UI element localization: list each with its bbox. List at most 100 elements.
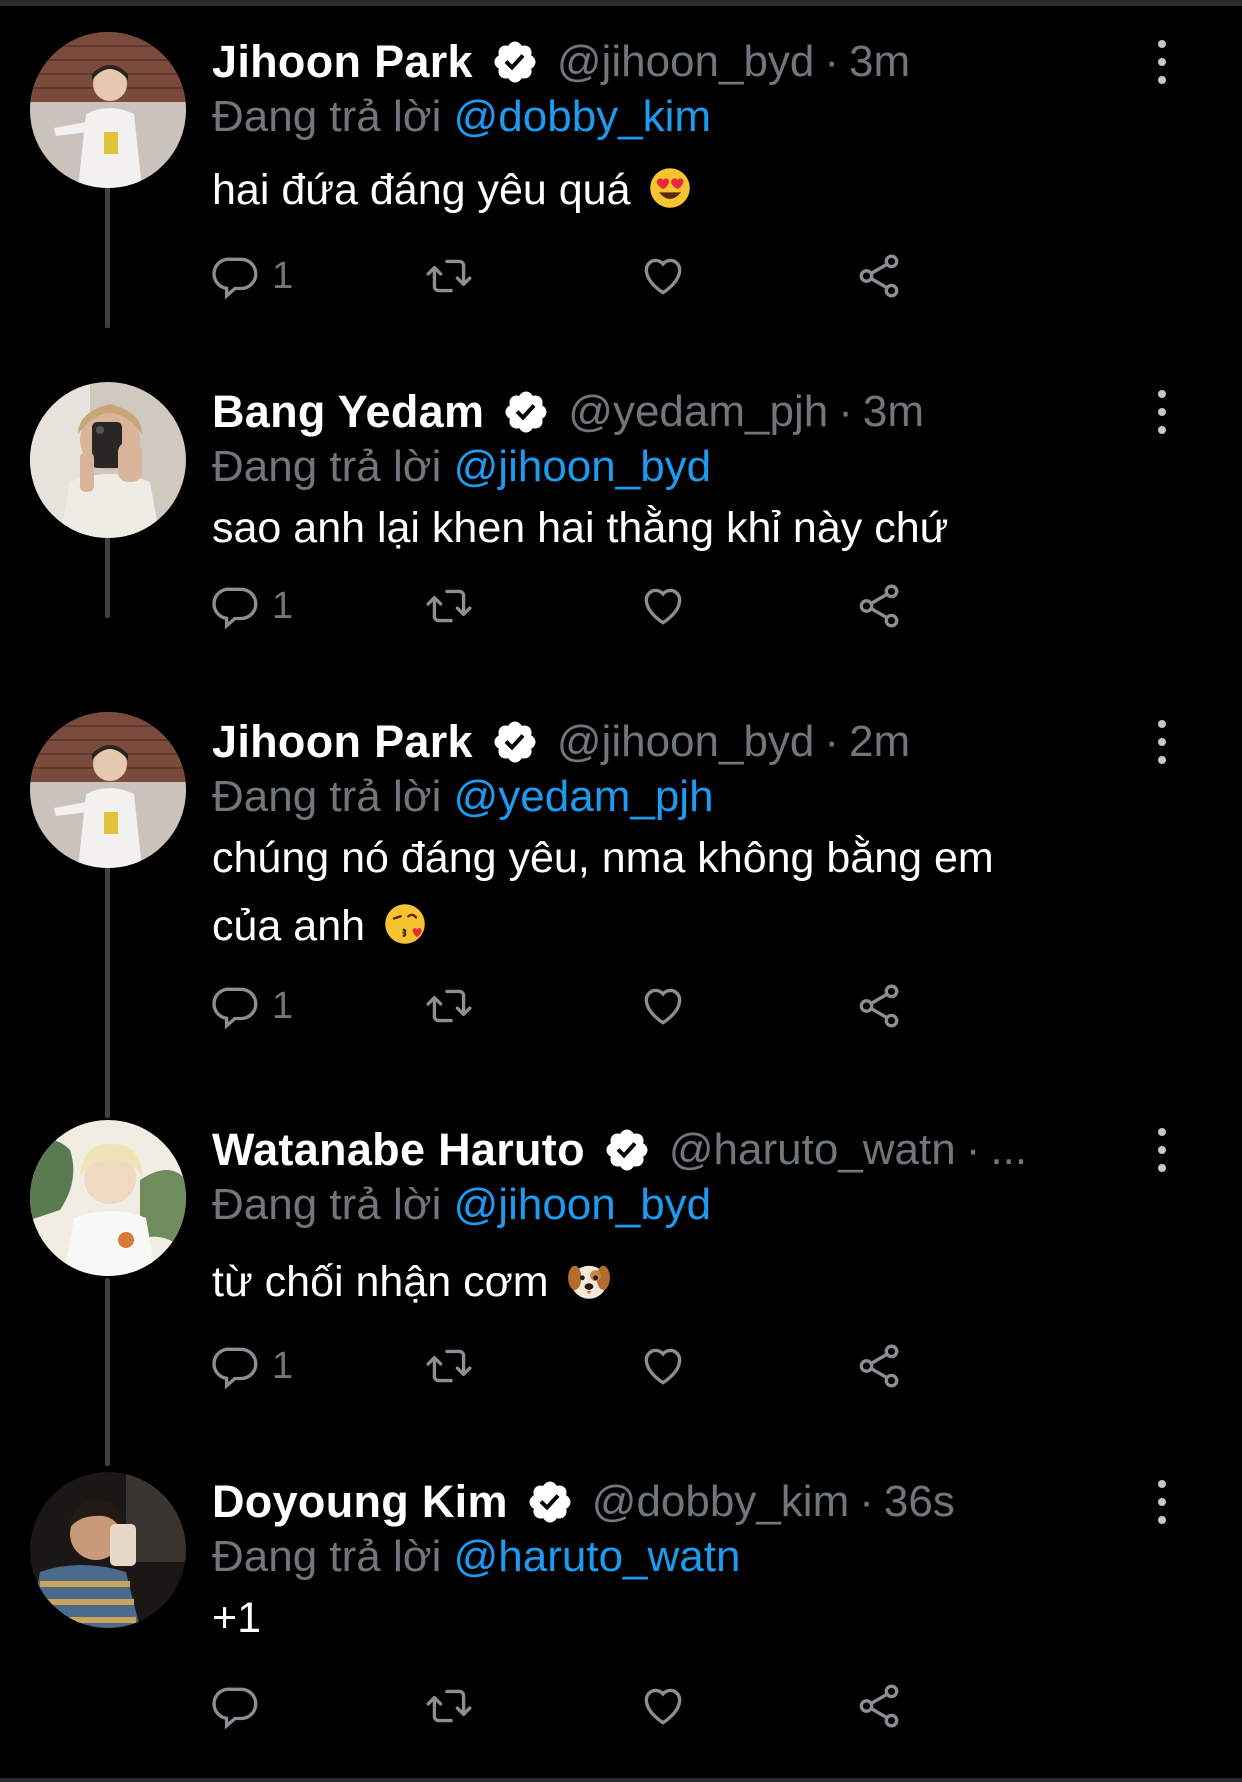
heart-icon bbox=[644, 588, 682, 625]
tweet-text-content: của anh bbox=[212, 902, 366, 950]
retweet-button[interactable] bbox=[424, 1336, 474, 1396]
heart-icon bbox=[644, 258, 682, 295]
retweet-icon bbox=[426, 1689, 472, 1723]
like-button[interactable] bbox=[638, 1336, 688, 1396]
reply-icon bbox=[212, 1687, 258, 1730]
more-vertical-icon[interactable] bbox=[1152, 1480, 1172, 1524]
reply-mention-link[interactable]: @jihoon_byd bbox=[454, 442, 712, 491]
timestamp[interactable]: 3m bbox=[849, 37, 910, 87]
retweet-icon bbox=[426, 259, 472, 293]
top-divider bbox=[0, 0, 1242, 6]
reply-mention-link[interactable]: @jihoon_byd bbox=[454, 1180, 712, 1229]
timestamp[interactable]: 2m bbox=[849, 717, 910, 767]
reply-mention-link[interactable]: @haruto_watn bbox=[454, 1532, 741, 1581]
reply-prefix: Đang trả lời bbox=[212, 1532, 442, 1581]
replying-to: Đang trả lời @jihoon_byd bbox=[212, 442, 711, 492]
retweet-button[interactable] bbox=[424, 1676, 474, 1736]
tweet-text: từ chối nhận cơm bbox=[212, 1248, 1132, 1316]
display-name[interactable]: Jihoon Park bbox=[212, 36, 473, 88]
heart-icon bbox=[644, 988, 682, 1025]
reply-icon bbox=[212, 587, 258, 630]
handle[interactable]: @jihoon_byd bbox=[557, 717, 815, 767]
reply-count: 1 bbox=[272, 1344, 294, 1387]
avatar[interactable] bbox=[30, 1472, 186, 1628]
share-button[interactable] bbox=[854, 1336, 904, 1396]
reply-prefix: Đang trả lời bbox=[212, 1180, 442, 1229]
avatar[interactable] bbox=[30, 32, 186, 188]
reply-button[interactable]: 1 bbox=[212, 246, 293, 306]
thread-line bbox=[105, 168, 110, 328]
separator: · bbox=[838, 387, 853, 436]
like-button[interactable] bbox=[638, 246, 688, 306]
verified-badge-icon bbox=[529, 1481, 571, 1523]
bottom-divider bbox=[0, 1778, 1242, 1782]
share-button[interactable] bbox=[854, 1676, 904, 1736]
tweet-text: +1 bbox=[212, 1584, 1132, 1652]
timestamp[interactable]: 36s bbox=[884, 1477, 955, 1527]
reply-count: 1 bbox=[272, 984, 294, 1027]
retweet-icon bbox=[426, 1349, 472, 1383]
retweet-button[interactable] bbox=[424, 976, 474, 1036]
like-button[interactable] bbox=[638, 976, 688, 1036]
verified-badge-icon bbox=[494, 41, 536, 83]
reply-button[interactable]: 1 bbox=[212, 1336, 293, 1396]
like-button[interactable] bbox=[638, 576, 688, 636]
tweet-text: sao anh lại khen hai thằng khỉ này chứ bbox=[212, 494, 1132, 562]
share-icon bbox=[859, 1684, 899, 1728]
display-name[interactable]: Jihoon Park bbox=[212, 716, 473, 768]
tweet-text-content: hai đứa đáng yêu quá bbox=[212, 166, 631, 214]
heart-icon bbox=[644, 1688, 682, 1725]
tweet-text: hai đứa đáng yêu quá bbox=[212, 156, 1132, 224]
reply-prefix: Đang trả lời bbox=[212, 92, 442, 141]
retweet-button[interactable] bbox=[424, 576, 474, 636]
more-vertical-icon[interactable] bbox=[1152, 40, 1172, 84]
reply-button[interactable]: 1 bbox=[212, 976, 293, 1036]
tweet-text-content: sao anh lại khen hai thằng khỉ này chứ bbox=[212, 504, 949, 552]
reply-button[interactable]: 1 bbox=[212, 576, 293, 636]
reply-count: 1 bbox=[272, 584, 294, 627]
reply-button[interactable] bbox=[212, 1676, 272, 1736]
reply-mention-link[interactable]: @yedam_pjh bbox=[454, 772, 714, 821]
avatar[interactable] bbox=[30, 1120, 186, 1276]
share-button[interactable] bbox=[854, 976, 904, 1036]
handle[interactable]: @dobby_kim bbox=[592, 1477, 849, 1527]
face-blowing-kiss-icon bbox=[385, 904, 425, 944]
display-name[interactable]: Watanabe Haruto bbox=[212, 1124, 585, 1176]
tweet-text-content: từ chối nhận cơm bbox=[212, 1258, 549, 1306]
handle[interactable]: @yedam_pjh bbox=[568, 387, 828, 437]
more-vertical-icon[interactable] bbox=[1152, 390, 1172, 434]
reply-icon bbox=[212, 257, 258, 300]
replying-to: Đang trả lời @jihoon_byd bbox=[212, 1180, 711, 1230]
dog-face-icon bbox=[567, 1265, 610, 1299]
reply-icon bbox=[212, 987, 258, 1030]
timestamp[interactable]: ... bbox=[990, 1125, 1027, 1175]
tweet-actions: 1 bbox=[212, 246, 1012, 306]
verified-badge-icon bbox=[494, 721, 536, 763]
share-button[interactable] bbox=[854, 576, 904, 636]
more-vertical-icon[interactable] bbox=[1152, 1128, 1172, 1172]
reply-prefix: Đang trả lời bbox=[212, 442, 442, 491]
replying-to: Đang trả lời @yedam_pjh bbox=[212, 772, 714, 822]
retweet-icon bbox=[426, 589, 472, 623]
like-button[interactable] bbox=[638, 1676, 688, 1736]
share-button[interactable] bbox=[854, 246, 904, 306]
verified-badge-icon bbox=[606, 1129, 648, 1171]
share-icon bbox=[859, 984, 899, 1028]
reply-mention-link[interactable]: @dobby_kim bbox=[454, 92, 711, 141]
avatar[interactable] bbox=[30, 382, 186, 538]
display-name[interactable]: Doyoung Kim bbox=[212, 1476, 508, 1528]
more-vertical-icon[interactable] bbox=[1152, 720, 1172, 764]
separator: · bbox=[824, 717, 840, 766]
tweet-actions: 1 bbox=[212, 976, 1012, 1036]
retweet-button[interactable] bbox=[424, 246, 474, 306]
tweet-actions: 1 bbox=[212, 576, 1012, 636]
share-icon bbox=[859, 584, 899, 628]
handle[interactable]: @jihoon_byd bbox=[557, 37, 815, 87]
display-name[interactable]: Bang Yedam bbox=[212, 386, 484, 438]
retweet-icon bbox=[426, 989, 472, 1023]
heart-icon bbox=[644, 1348, 682, 1385]
avatar[interactable] bbox=[30, 712, 186, 868]
timestamp[interactable]: 3m bbox=[863, 387, 924, 437]
handle[interactable]: @haruto_watn bbox=[669, 1125, 956, 1175]
reply-prefix: Đang trả lời bbox=[212, 772, 442, 821]
